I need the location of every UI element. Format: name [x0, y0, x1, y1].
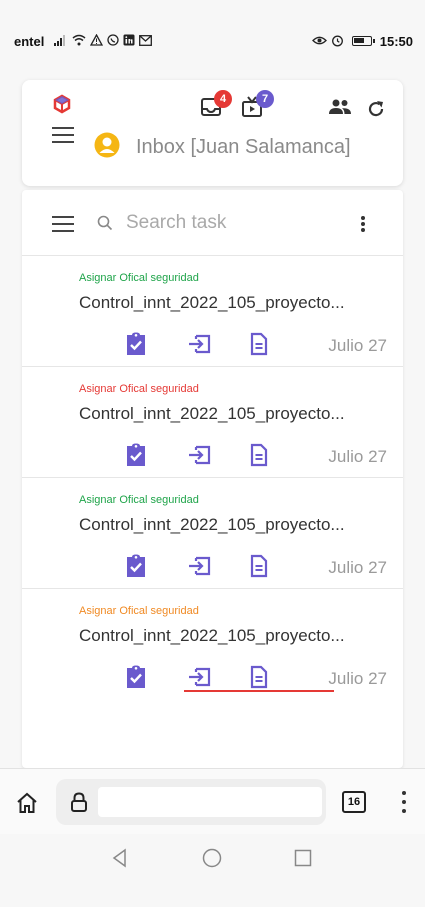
browser-menu-icon[interactable]	[401, 791, 407, 813]
loading-indicator	[184, 690, 334, 692]
user-avatar-icon[interactable]	[94, 132, 120, 158]
clock: 15:50	[379, 33, 413, 49]
tab-count-button[interactable]: 16	[342, 791, 366, 813]
carrier-name: entel	[14, 33, 45, 49]
url-input[interactable]	[98, 787, 322, 817]
assign-icon[interactable]	[188, 443, 212, 467]
lock-icon	[71, 792, 87, 812]
search-input[interactable]	[126, 208, 336, 238]
clipboard-check-icon[interactable]	[124, 554, 148, 578]
tasks-card: Asignar Ofical seguridad Control_innt_20…	[22, 190, 403, 768]
task-name[interactable]: Control_innt_2022_105_proyecto...	[79, 626, 345, 646]
more-options-icon[interactable]	[360, 216, 366, 232]
whatsapp-icon	[107, 34, 119, 48]
task-item[interactable]: Asignar Ofical seguridad Control_innt_20…	[22, 256, 403, 367]
task-date: Julio 27	[328, 558, 387, 577]
media-badge: 7	[256, 90, 274, 108]
home-nav-icon[interactable]	[202, 848, 222, 868]
assign-icon[interactable]	[188, 332, 212, 356]
wifi-icon	[72, 34, 86, 48]
back-icon[interactable]	[110, 848, 130, 868]
eye-icon	[311, 35, 327, 48]
search-icon	[97, 215, 113, 231]
task-name[interactable]: Control_innt_2022_105_proyecto...	[79, 293, 345, 313]
alarm-icon	[331, 34, 344, 49]
status-bar: entel 15:50	[0, 26, 425, 56]
menu-icon[interactable]	[52, 127, 74, 143]
clipboard-check-icon[interactable]	[124, 665, 148, 689]
app-logo-icon	[53, 94, 71, 114]
document-icon[interactable]	[247, 443, 271, 467]
inbox-title: Inbox [Juan Salamanca]	[136, 136, 351, 158]
document-icon[interactable]	[247, 554, 271, 578]
task-item[interactable]: Asignar Ofical seguridad Control_innt_20…	[22, 478, 403, 589]
assign-icon[interactable]	[188, 665, 212, 689]
document-icon[interactable]	[247, 665, 271, 689]
warning-icon	[90, 33, 104, 48]
browser-toolbar: 16	[0, 768, 425, 834]
clipboard-check-icon[interactable]	[124, 332, 148, 356]
task-date: Julio 27	[328, 447, 387, 466]
group-icon[interactable]	[328, 98, 352, 116]
status-right: 15:50	[311, 33, 413, 49]
task-tag: Asignar Ofical seguridad	[79, 494, 199, 506]
document-icon[interactable]	[247, 332, 271, 356]
task-date: Julio 27	[328, 669, 387, 688]
task-tag: Asignar Ofical seguridad	[79, 605, 199, 617]
recent-apps-icon[interactable]	[294, 849, 312, 867]
task-date: Julio 27	[328, 336, 387, 355]
task-name[interactable]: Control_innt_2022_105_proyecto...	[79, 515, 345, 535]
inbox-badge: 4	[214, 90, 232, 108]
gmail-icon	[139, 34, 153, 48]
system-nav-bar	[0, 834, 425, 882]
clipboard-check-icon[interactable]	[124, 443, 148, 467]
battery-icon	[351, 36, 375, 46]
task-item[interactable]: Asignar Ofical seguridad Control_innt_20…	[22, 367, 403, 478]
signal-icon	[54, 34, 68, 48]
assign-icon[interactable]	[188, 554, 212, 578]
status-left: entel	[14, 33, 153, 49]
home-icon[interactable]	[16, 792, 38, 814]
task-tag: Asignar Ofical seguridad	[79, 272, 199, 284]
task-tag: Asignar Ofical seguridad	[79, 383, 199, 395]
task-name[interactable]: Control_innt_2022_105_proyecto...	[79, 404, 345, 424]
filter-menu-icon[interactable]	[52, 216, 74, 232]
header-card: Inbox [Juan Salamanca] 4 7	[22, 80, 403, 186]
task-item[interactable]: Asignar Ofical seguridad Control_innt_20…	[22, 589, 403, 700]
search-bar	[22, 190, 403, 256]
refresh-icon[interactable]	[366, 99, 386, 119]
linkedin-icon	[123, 34, 135, 48]
address-bar[interactable]	[56, 779, 326, 825]
